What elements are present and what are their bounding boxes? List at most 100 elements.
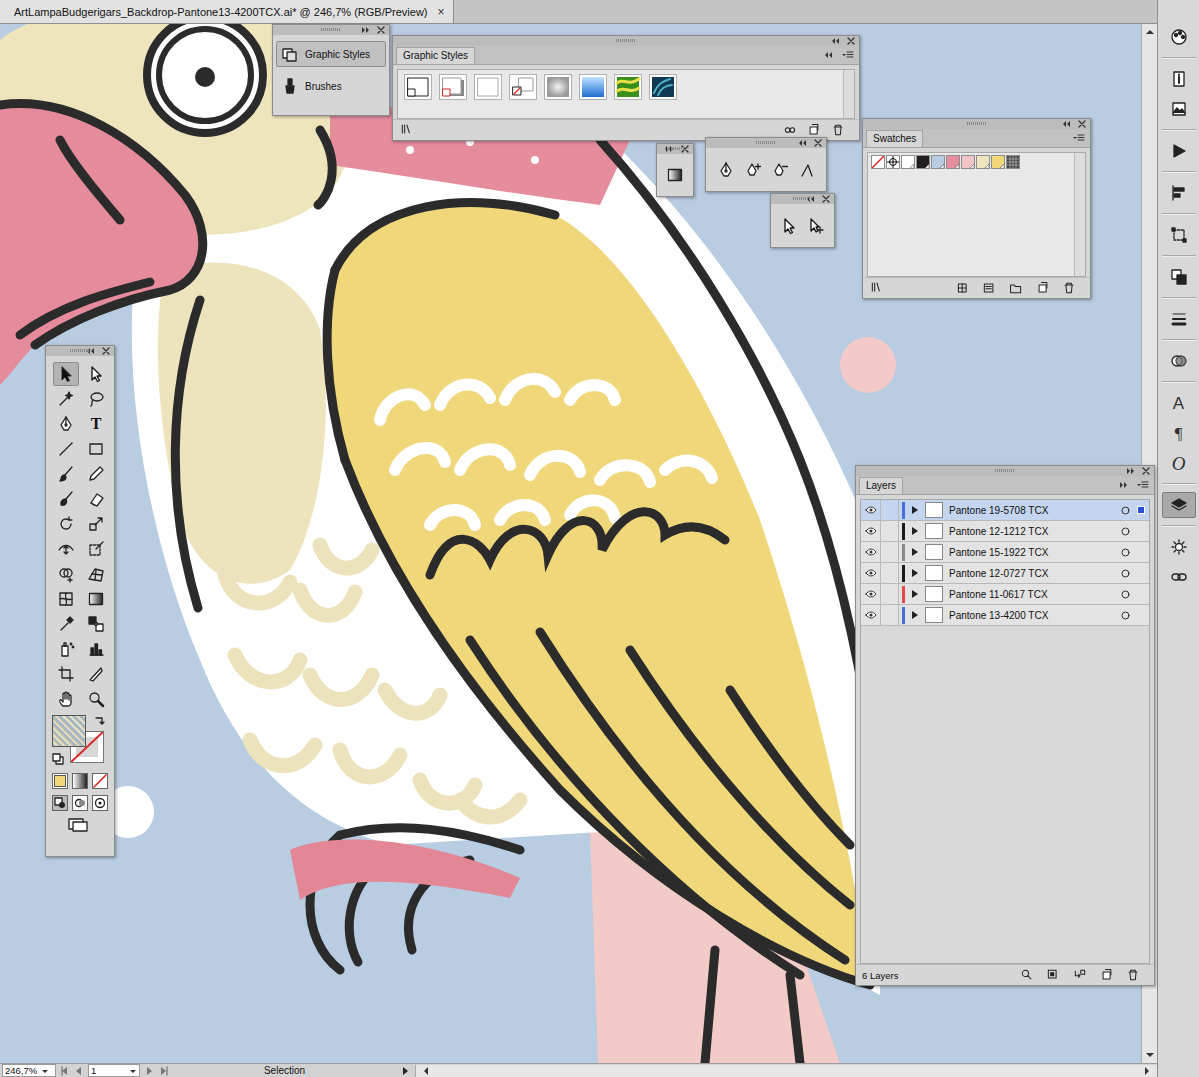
swatch[interactable]: [886, 155, 900, 169]
graphic-style-swatch[interactable]: [474, 74, 502, 100]
document-tab[interactable]: ArtLampaBudgerigars_Backdrop-Pantone13-4…: [0, 0, 454, 23]
direct-selection-tool[interactable]: [776, 214, 802, 238]
paragraph-panel-button[interactable]: ¶: [1162, 420, 1196, 446]
collapse-icon[interactable]: [361, 26, 370, 34]
previous-artboard-icon[interactable]: [74, 1066, 84, 1076]
default-fill-stroke-icon[interactable]: [52, 753, 64, 767]
swatch[interactable]: [976, 155, 990, 169]
show-swatch-kinds-icon[interactable]: [956, 281, 970, 295]
new-style-icon[interactable]: [807, 123, 821, 137]
shape-builder-tool[interactable]: [53, 562, 79, 586]
target-icon[interactable]: [1117, 590, 1133, 599]
swatch[interactable]: [931, 155, 945, 169]
delete-swatch-icon[interactable]: [1062, 281, 1076, 295]
swatches-scrollbar[interactable]: [1074, 153, 1085, 276]
clipping-mask-icon[interactable]: [1046, 968, 1060, 982]
draw-normal-button[interactable]: [52, 795, 68, 811]
visibility-toggle[interactable]: [861, 500, 881, 520]
delete-style-icon[interactable]: [831, 123, 845, 137]
slice-tool[interactable]: [83, 662, 109, 686]
screen-mode-button[interactable]: [67, 817, 89, 833]
selection-tool[interactable]: [53, 362, 79, 386]
panel-menu-icon[interactable]: [1136, 480, 1149, 489]
appearance-panel-button[interactable]: [1162, 534, 1196, 560]
direct-selection-tool[interactable]: [83, 362, 109, 386]
panel-menu-icon[interactable]: [841, 50, 854, 59]
fill-stroke-widget[interactable]: [52, 715, 108, 767]
scroll-left-icon[interactable]: [422, 1066, 430, 1076]
collapse-icon[interactable]: [1119, 481, 1128, 489]
expand-toggle[interactable]: [905, 569, 925, 577]
dock-panel-button[interactable]: Graphic Styles: [276, 41, 386, 67]
collapse-icon[interactable]: [1126, 467, 1135, 475]
lasso-tool[interactable]: [83, 387, 109, 411]
artboard-tool[interactable]: [53, 662, 79, 686]
graphic-style-swatch[interactable]: [579, 74, 607, 100]
locate-object-icon[interactable]: [1020, 968, 1034, 982]
free-transform-tool[interactable]: [83, 537, 109, 561]
dropdown-icon[interactable]: [41, 1067, 49, 1075]
first-artboard-icon[interactable]: [60, 1066, 70, 1076]
break-link-icon[interactable]: [783, 123, 797, 137]
dock-panel-button[interactable]: Brushes: [276, 73, 386, 99]
dropdown-icon[interactable]: [129, 1067, 137, 1075]
mesh-tool[interactable]: [53, 587, 79, 611]
swatch[interactable]: [961, 155, 975, 169]
expand-toggle[interactable]: [905, 548, 925, 556]
visibility-toggle[interactable]: [861, 605, 881, 625]
new-layer-icon[interactable]: [1100, 968, 1114, 982]
zoom-field[interactable]: 246,7%: [2, 1064, 56, 1077]
lock-toggle[interactable]: [881, 605, 899, 625]
layer-row[interactable]: Pantone 19-5708 TCX: [861, 500, 1149, 521]
panel-menu-icon[interactable]: [1072, 133, 1085, 142]
fill-swatch[interactable]: [52, 715, 86, 747]
close-icon[interactable]: [822, 195, 830, 203]
target-icon[interactable]: [1117, 527, 1133, 536]
group-selection-tool[interactable]: [803, 214, 829, 238]
status-menu-icon[interactable]: [401, 1066, 411, 1076]
graphic-styles-tab[interactable]: Graphic Styles: [396, 47, 475, 64]
expand-toggle[interactable]: [905, 527, 925, 535]
image-panel-button[interactable]: [1162, 96, 1196, 122]
stroke-panel-button[interactable]: [1162, 306, 1196, 332]
layers-panel-button[interactable]: [1162, 492, 1196, 518]
graphic-styles-scrollbar[interactable]: [843, 70, 854, 118]
lock-toggle[interactable]: [881, 500, 899, 520]
perspective-tool[interactable]: [83, 562, 109, 586]
new-swatch-icon[interactable]: [1036, 281, 1050, 295]
selection-indicator[interactable]: [1133, 506, 1149, 514]
character-panel-button[interactable]: A: [1162, 390, 1196, 416]
graphic-style-swatch[interactable]: [404, 74, 432, 100]
layer-row[interactable]: Pantone 12-0727 TCX: [861, 563, 1149, 584]
pathfinder-panel-button[interactable]: [1162, 264, 1196, 290]
pen-tool[interactable]: [713, 158, 739, 182]
transform-panel-button[interactable]: [1162, 222, 1196, 248]
links-panel-button[interactable]: [1162, 564, 1196, 590]
graphic-style-swatch[interactable]: [439, 74, 467, 100]
delete-layer-icon[interactable]: [1126, 968, 1140, 982]
swatch[interactable]: [991, 155, 1005, 169]
expand-toggle[interactable]: [905, 611, 925, 619]
transparency-panel-button[interactable]: [1162, 348, 1196, 374]
swatch[interactable]: [871, 155, 885, 169]
hand-tool[interactable]: [53, 687, 79, 711]
artboard-field[interactable]: 1: [88, 1064, 140, 1077]
new-sublayer-icon[interactable]: [1072, 968, 1088, 982]
blend-tool[interactable]: [83, 612, 109, 636]
color-panel-button[interactable]: [1162, 24, 1196, 50]
draw-inside-button[interactable]: [92, 795, 108, 811]
swatch[interactable]: [946, 155, 960, 169]
color-mode-button[interactable]: [52, 773, 68, 789]
layer-row[interactable]: Pantone 13-4200 TCX: [861, 605, 1149, 626]
style-libraries-icon[interactable]: [399, 122, 415, 136]
scroll-up-icon[interactable]: [1145, 28, 1155, 36]
visibility-toggle[interactable]: [861, 584, 881, 604]
lock-toggle[interactable]: [881, 563, 899, 583]
graph-tool[interactable]: [83, 637, 109, 661]
add-anchor-tool[interactable]: [740, 158, 766, 182]
swatch[interactable]: [916, 155, 930, 169]
collapse-icon[interactable]: [831, 37, 840, 45]
expand-toggle[interactable]: [905, 590, 925, 598]
eyedropper-tool[interactable]: [53, 612, 79, 636]
layer-row[interactable]: Pantone 11-0617 TCX: [861, 584, 1149, 605]
